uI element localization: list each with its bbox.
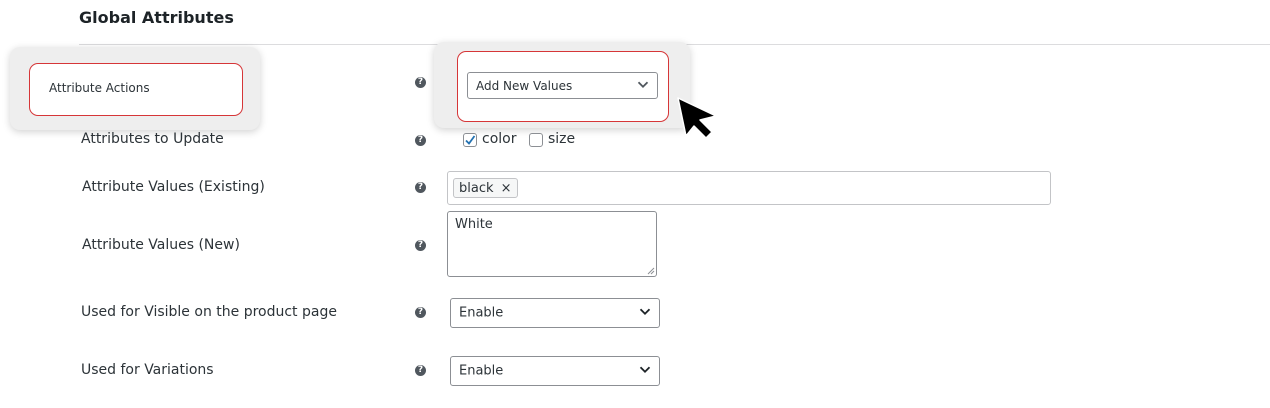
tag-label: black	[459, 181, 494, 196]
visible-product-page-select[interactable]: Enable	[450, 298, 660, 328]
question-circle-icon[interactable]: ?	[415, 77, 426, 88]
chevron-down-icon	[637, 77, 649, 92]
question-circle-icon[interactable]: ?	[415, 240, 426, 251]
question-circle-icon[interactable]: ?	[415, 365, 426, 376]
question-circle-icon[interactable]: ?	[415, 182, 426, 193]
tag-black: black ×	[453, 178, 518, 198]
visible-product-page-selected: Enable	[459, 305, 504, 321]
used-for-variations-select[interactable]: Enable	[450, 356, 660, 386]
values-new-label: Attribute Values (New)	[82, 237, 240, 253]
attributes-to-update-label: Attributes to Update	[81, 131, 224, 147]
attribute-actions-select[interactable]: Add New Values	[467, 72, 658, 99]
section-title: Global Attributes	[79, 8, 234, 27]
attribute-actions-selected: Add New Values	[476, 78, 573, 93]
color-checkbox[interactable]	[463, 133, 477, 147]
values-new-textarea[interactable]: White	[447, 211, 657, 277]
size-checkbox-label[interactable]: size	[548, 131, 575, 147]
values-existing-field[interactable]	[447, 171, 1051, 205]
attribute-actions-label: Attribute Actions	[49, 81, 150, 95]
visible-product-page-label: Used for Visible on the product page	[81, 304, 337, 320]
color-checkbox-label[interactable]: color	[482, 131, 516, 147]
values-existing-label: Attribute Values (Existing)	[82, 179, 265, 195]
mouse-pointer-icon	[676, 96, 720, 145]
question-circle-icon[interactable]: ?	[415, 307, 426, 318]
checkmark-icon	[465, 135, 476, 145]
chevron-down-icon	[639, 305, 651, 320]
resize-handle-icon[interactable]	[647, 267, 655, 275]
used-for-variations-selected: Enable	[459, 363, 504, 379]
close-icon[interactable]: ×	[501, 181, 512, 196]
chevron-down-icon	[639, 363, 651, 378]
used-for-variations-label: Used for Variations	[81, 362, 214, 378]
question-circle-icon[interactable]: ?	[415, 135, 426, 146]
values-new-text: White	[455, 217, 493, 232]
size-checkbox[interactable]	[529, 133, 543, 147]
